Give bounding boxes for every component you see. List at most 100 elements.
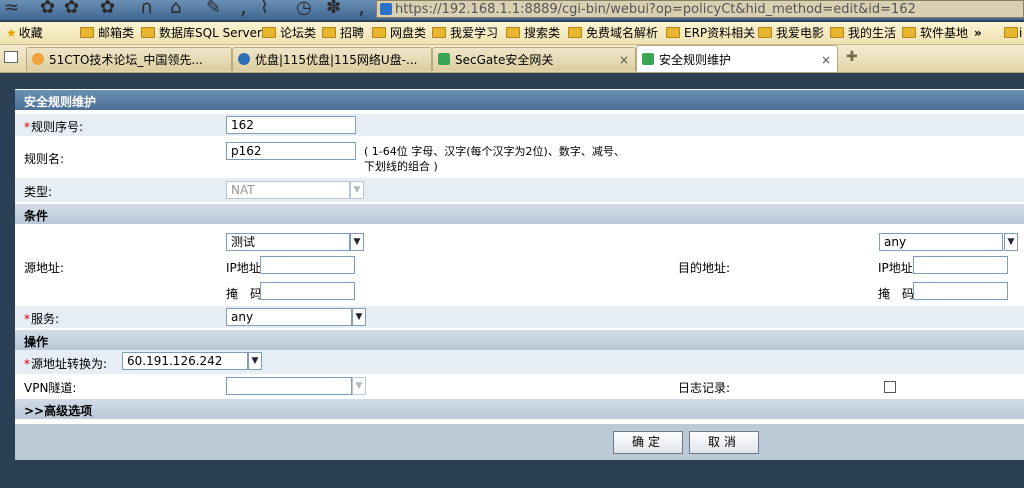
folder-icon — [372, 27, 386, 38]
form-title-bar: 安全规则维护 — [15, 90, 1024, 110]
folder-icon — [830, 27, 844, 38]
clock-icon: ◷ — [296, 0, 312, 18]
bookmark-favorites[interactable]: ★ 收藏 — [6, 22, 43, 44]
src-mask-input[interactable] — [260, 282, 355, 300]
chevron-down-icon[interactable]: ▼ — [352, 377, 366, 395]
src-ip-input[interactable] — [260, 256, 355, 274]
tab-51cto[interactable]: 51CTO技术论坛_中国领先... — [26, 47, 232, 71]
bookmark-folder[interactable]: 网盘类 — [372, 22, 426, 44]
bookmark-folder[interactable]: 招聘 — [322, 22, 364, 44]
folder-icon — [666, 27, 680, 38]
chevron-down-icon[interactable]: ▼ — [352, 308, 366, 326]
pen-icon: ✎ — [206, 0, 222, 18]
bookmarks-more-chevron-icon[interactable]: » — [974, 22, 982, 44]
service-select[interactable]: any — [226, 308, 352, 326]
bamboo-icon: ⌇ — [260, 0, 269, 18]
rule-no-input[interactable]: 162 — [226, 116, 356, 134]
tab-bar: 51CTO技术论坛_中国领先... 优盘|115优盘|115网络U盘-... S… — [0, 45, 1024, 73]
comma-icon: , — [240, 0, 247, 20]
bookmark-folder[interactable]: 免费域名解析 — [568, 22, 658, 44]
rule-no-label: 规则序号: — [31, 120, 84, 134]
site-favicon-icon — [438, 53, 450, 65]
row-addresses: 源地址: 目的地址: — [15, 226, 1024, 304]
dst-ip-input[interactable] — [913, 256, 1008, 274]
type-select: NAT — [226, 181, 350, 199]
src-address-select[interactable]: 测试 — [226, 233, 350, 251]
site-favicon-icon — [380, 3, 392, 15]
rule-name-hint: ( 1-64位 字母、汉字(每个汉字为2位)、数字、减号、 — [364, 145, 625, 158]
tab-security-rule[interactable]: 安全规则维护 × — [636, 45, 838, 72]
service-label: 服务: — [31, 312, 60, 326]
bookmark-folder[interactable]: 数据库SQL Server — [141, 22, 262, 44]
vpn-select[interactable] — [226, 377, 352, 395]
src-mask-label: 掩 码 — [226, 287, 263, 301]
browser-toolbar: ≈ ✿ ✿ ✿ ∩ ⌂ ✎ , ⌇ ◷ ✽ , https://192.168.… — [0, 0, 1024, 20]
flower-icon: ✿ — [40, 0, 56, 18]
close-icon[interactable]: × — [619, 48, 629, 72]
dst-ip-label: IP地址 — [878, 261, 913, 275]
swirl-icon: ≈ — [4, 0, 20, 18]
comma-icon: , — [358, 0, 365, 20]
tab-secgate[interactable]: SecGate安全网关 × — [432, 47, 636, 71]
advanced-options-link[interactable]: >>高级选项 — [15, 399, 1024, 419]
site-favicon-icon — [32, 53, 44, 65]
src-ip-label: IP地址 — [226, 261, 261, 275]
bookmark-folder[interactable]: ERP资料相关 — [666, 22, 755, 44]
vpn-label: VPN隧道: — [24, 381, 77, 395]
dst-address-select[interactable]: any — [879, 233, 1003, 251]
folder-icon — [262, 27, 276, 38]
bookmark-folder[interactable]: 论坛类 — [262, 22, 316, 44]
log-checkbox[interactable] — [884, 381, 896, 393]
house-icon: ⌂ — [170, 0, 182, 18]
folder-icon — [80, 27, 94, 38]
chevron-down-icon[interactable]: ▼ — [1004, 233, 1018, 251]
folder-icon — [568, 27, 582, 38]
bookmark-folder[interactable]: 我爱学习 — [432, 22, 498, 44]
site-favicon-icon — [642, 53, 654, 65]
bookmark-folder[interactable]: 邮箱类 — [80, 22, 134, 44]
folder-icon — [141, 27, 155, 38]
folder-icon — [432, 27, 446, 38]
rule-name-label: 规则名: — [24, 152, 65, 166]
address-text: https://192.168.1.1:8889/cgi-bin/webui?o… — [395, 2, 916, 17]
address-bar[interactable]: https://192.168.1.1:8889/cgi-bin/webui?o… — [376, 0, 1024, 18]
ok-button[interactable]: 确定 — [613, 431, 683, 454]
tab-115[interactable]: 优盘|115优盘|115网络U盘-... — [232, 47, 432, 71]
new-tab-icon[interactable]: ✚ — [846, 49, 858, 65]
page-title: 安全规则维护 — [24, 95, 97, 109]
flower-icon: ✿ — [100, 0, 116, 18]
row-type: 类型: — [15, 178, 1024, 202]
button-bar: 确定 取消 — [15, 424, 1024, 460]
bookmarks-bar: ★ 收藏 邮箱类 数据库SQL Server 论坛类 招聘 网盘类 我爱学习 搜索… — [0, 22, 1024, 45]
site-favicon-icon — [238, 53, 250, 65]
chevron-down-icon[interactable]: ▼ — [350, 233, 364, 251]
rule-name-input[interactable]: p162 — [226, 142, 356, 160]
folder-icon — [1004, 27, 1018, 38]
flower-icon: ✿ — [64, 0, 80, 18]
row-rule-no: *规则序号: — [15, 114, 1024, 136]
window-list-icon[interactable] — [4, 51, 18, 63]
src-address-label: 源地址: — [24, 261, 65, 275]
cancel-button[interactable]: 取消 — [689, 431, 759, 454]
chevron-down-icon[interactable]: ▼ — [248, 352, 262, 370]
paw-icon: ✽ — [326, 0, 342, 18]
snat-select[interactable]: 60.191.126.242 — [122, 352, 248, 370]
rule-name-hint-2: 下划线的组合 ) — [364, 160, 438, 173]
star-icon: ★ — [6, 26, 17, 40]
bookmarks-overflow[interactable]: i — [1004, 22, 1022, 44]
type-label: 类型: — [24, 185, 53, 199]
actions-heading: 操作 — [24, 335, 49, 349]
folder-icon — [758, 27, 772, 38]
close-icon[interactable]: × — [821, 48, 831, 72]
advanced-options-label: >>高级选项 — [24, 404, 93, 418]
bookmark-folder[interactable]: 搜索类 — [506, 22, 560, 44]
dst-mask-input[interactable] — [913, 282, 1008, 300]
row-service: *服务: — [15, 306, 1024, 328]
log-label: 日志记录: — [678, 381, 731, 395]
bookmark-folder[interactable]: 我爱电影 — [758, 22, 824, 44]
dst-address-label: 目的地址: — [678, 261, 731, 275]
bookmark-folder[interactable]: 软件基地 — [902, 22, 968, 44]
bookmark-folder[interactable]: 我的生活 — [830, 22, 896, 44]
snat-label: 源地址转换为: — [31, 357, 108, 371]
folder-icon — [506, 27, 520, 38]
